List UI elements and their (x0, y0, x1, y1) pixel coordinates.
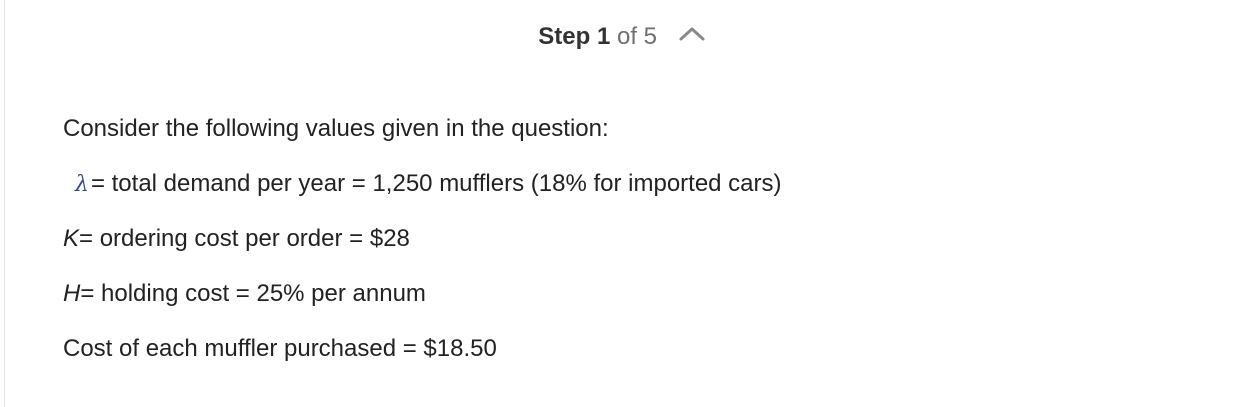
k-definition: = ordering cost per order = $28 (79, 225, 410, 252)
step-total: of 5 (617, 23, 658, 50)
step-content: Consider the following values given in t… (63, 114, 782, 389)
k-symbol: K (63, 225, 80, 252)
step-panel: Step 1 of 5 Consider the following value… (4, 0, 1238, 407)
intro-text: Consider the following values given in t… (63, 115, 609, 142)
h-definition: = holding cost = 25% per annum (80, 280, 426, 307)
lambda-definition: = total demand per year = 1,250 mufflers… (90, 170, 782, 197)
step-current-number: 1 (596, 23, 611, 50)
lambda-symbol: λ (75, 172, 89, 197)
k-line: K= ordering cost per order = $28 (63, 224, 782, 254)
h-line: H= holding cost = 25% per annum (63, 279, 782, 309)
chevron-up-icon[interactable] (678, 20, 706, 50)
step-label: Step (538, 23, 591, 50)
step-header[interactable]: Step 1 of 5 (5, 22, 1238, 52)
lambda-line: λ= total demand per year = 1,250 muffler… (63, 169, 782, 199)
h-symbol: H (63, 280, 81, 307)
cost-line: Cost of each muffler purchased = $18.50 (63, 335, 497, 362)
